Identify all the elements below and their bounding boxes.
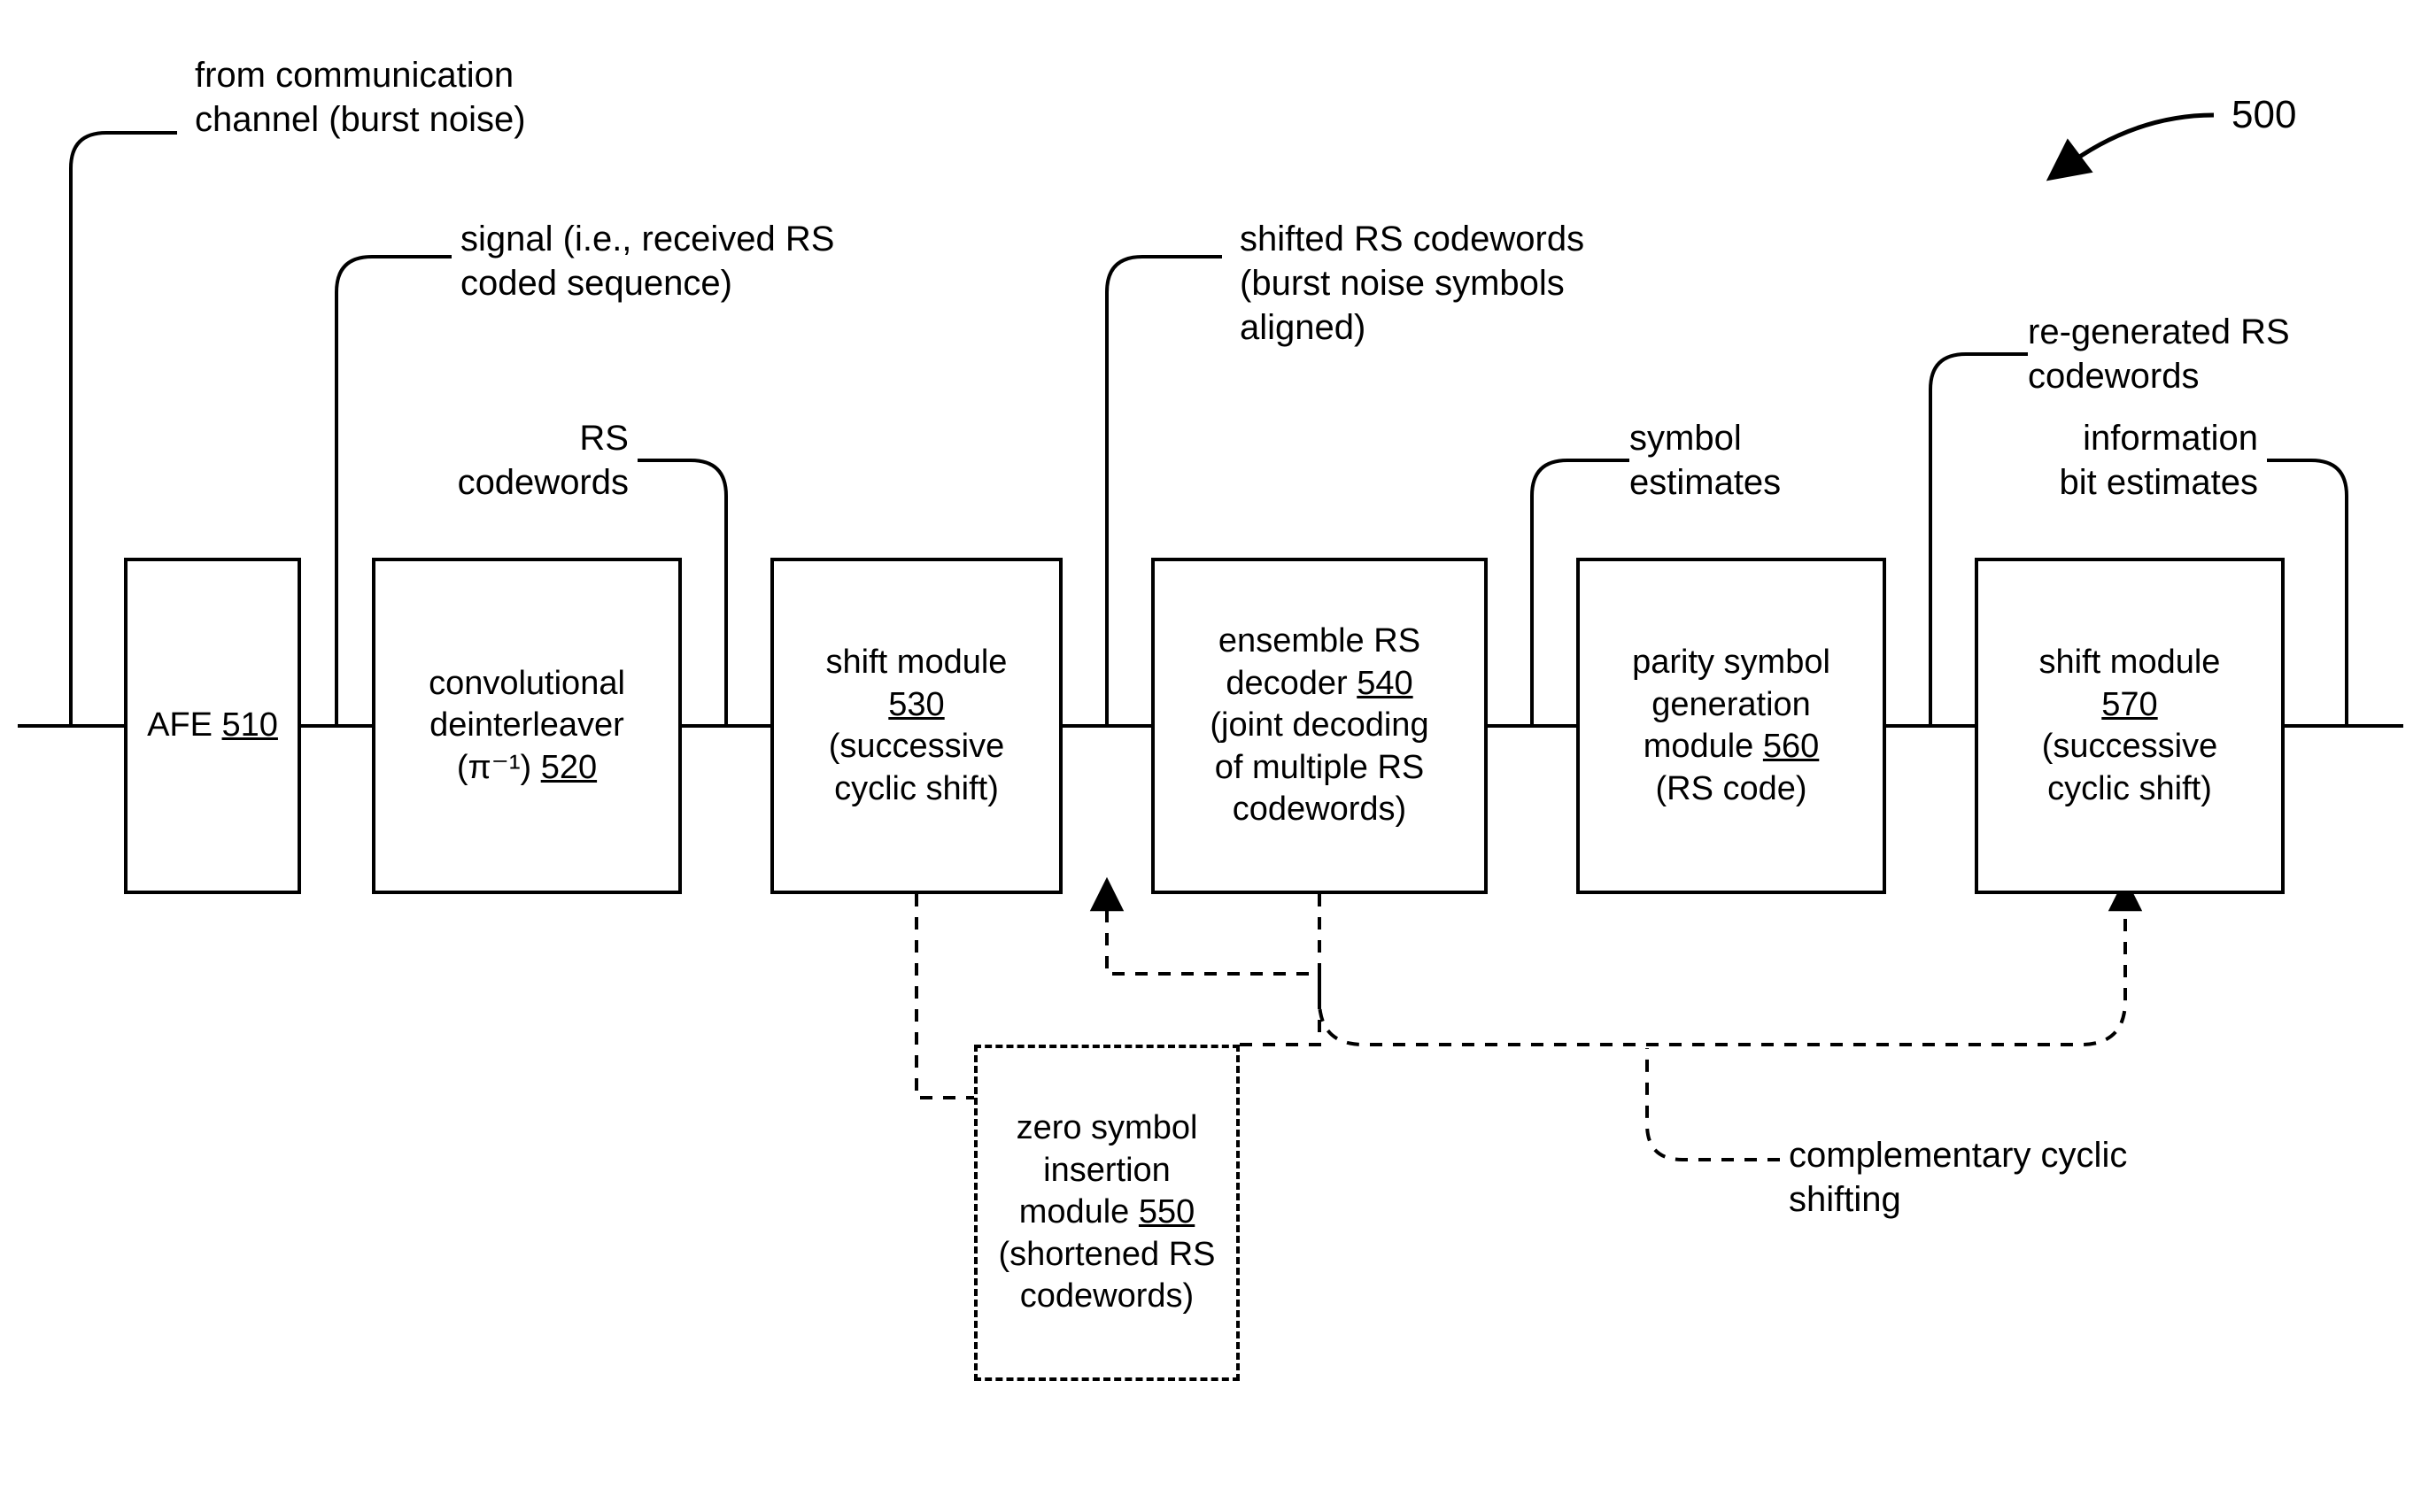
block-afe-text: AFE 510 [147,705,278,747]
label-regenerated: re-generated RS codewords [2028,310,2400,398]
block-deinterleaver-text: convolutional deinterleaver (π⁻¹) 520 [429,663,625,790]
block-parity-gen: parity symbol generation module 560 (RS … [1576,558,1886,894]
label-channel: from communication channel (burst noise) [195,53,655,142]
label-symbol-estimates: symbol estimates [1629,416,1877,505]
block-shift-2-text: shift module 570 (successive cyclic shif… [2039,642,2221,810]
block-zero-insertion: zero symbol insertion module 550 (shorte… [974,1045,1240,1381]
label-complementary: complementary cyclic shifting [1789,1133,2249,1222]
label-rs-codewords: RS codewords [381,416,629,505]
block-zero-insertion-text: zero symbol insertion module 550 (shorte… [998,1107,1215,1318]
label-shifted: shifted RS codewords (burst noise symbol… [1240,217,1736,350]
block-parity-gen-text: parity symbol generation module 560 (RS … [1632,642,1830,810]
block-ensemble-decoder-text: ensemble RS decoder 540 (joint decoding … [1210,621,1428,831]
label-signal: signal (i.e., received RS coded sequence… [460,217,956,305]
block-deinterleaver: convolutional deinterleaver (π⁻¹) 520 [372,558,682,894]
block-shift-1: shift module 530 (successive cyclic shif… [770,558,1063,894]
block-ensemble-decoder: ensemble RS decoder 540 (joint decoding … [1151,558,1488,894]
label-info-bits: information bit estimates [2001,416,2258,505]
figure-number: 500 [2231,93,2296,137]
block-shift-1-text: shift module 530 (successive cyclic shif… [826,642,1008,810]
block-afe: AFE 510 [124,558,301,894]
diagram-canvas: AFE 510 convolutional deinterleaver (π⁻¹… [0,0,2421,1512]
block-shift-2: shift module 570 (successive cyclic shif… [1975,558,2285,894]
